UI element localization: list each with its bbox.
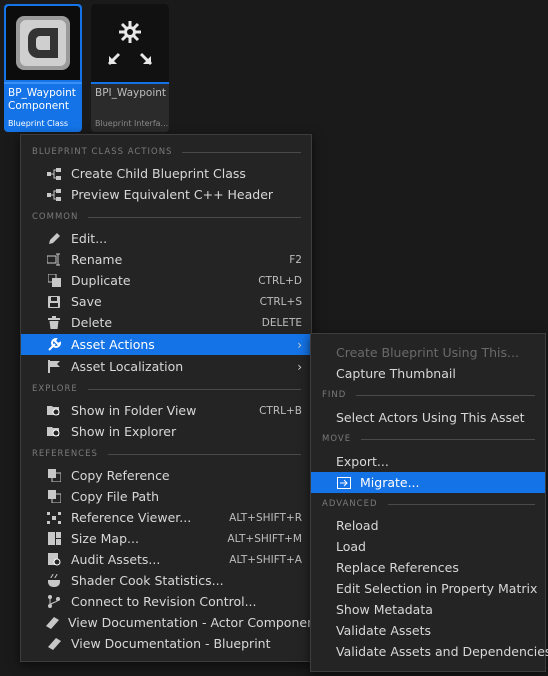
reference-graph-icon [46, 510, 62, 526]
duplicate-icon [46, 273, 62, 289]
menu-item-edit[interactable]: Edit... [21, 228, 311, 249]
menu-item-create-child-blueprint[interactable]: Create Child Blueprint Class [21, 163, 311, 184]
menu-item-export[interactable]: Export... [311, 451, 545, 472]
copy-icon [46, 489, 62, 505]
section-header: REFERENCES [21, 446, 311, 462]
hierarchy-icon [46, 166, 62, 182]
menu-item-asset-actions[interactable]: Asset Actions › [21, 334, 311, 355]
menu-item-asset-localization[interactable]: Asset Localization › [21, 356, 311, 377]
menu-item-copy-reference[interactable]: Copy Reference [21, 465, 311, 486]
menu-item-duplicate[interactable]: Duplicate CTRL+D [21, 270, 311, 291]
section-header: MOVE [311, 431, 545, 447]
menu-item-select-actors[interactable]: Select Actors Using This Asset [311, 407, 545, 428]
folder-search-icon [46, 424, 62, 440]
asset-name: BP_Waypoint Component [8, 87, 76, 112]
tile-accent-bar [4, 82, 82, 84]
section-header: ADVANCED [311, 496, 545, 512]
save-icon [46, 294, 62, 310]
menu-item-show-metadata[interactable]: Show Metadata [311, 599, 545, 620]
asset-actions-submenu: Create Blueprint Using This... Capture T… [310, 333, 548, 672]
menu-item-edit-selection-property-matrix[interactable]: Edit Selection in Property Matrix [311, 578, 545, 599]
asset-tile-bp-waypoint-component[interactable]: BP_Waypoint Component Blueprint Class [4, 4, 82, 132]
asset-tile-bpi-waypoint[interactable]: BPI_Waypoint Blueprint Interfa... [91, 4, 169, 132]
blueprint-interface-thumbnail [91, 4, 169, 82]
asset-context-menu: BLUEPRINT CLASS ACTIONS Create Child Blu… [20, 134, 320, 662]
size-map-icon [46, 531, 62, 547]
menu-item-size-map[interactable]: Size Map... ALT+SHIFT+M [21, 528, 311, 549]
menu-item-show-in-folder-view[interactable]: Show in Folder View CTRL+B [21, 400, 311, 421]
asset-type: Blueprint Interfa... [95, 119, 169, 128]
cooking-pot-icon [46, 573, 62, 589]
wrench-icon [46, 337, 62, 353]
menu-item-save[interactable]: Save CTRL+S [21, 291, 311, 312]
section-header: BLUEPRINT CLASS ACTIONS [21, 144, 311, 160]
trash-icon [46, 315, 62, 331]
menu-item-preview-cpp-header[interactable]: Preview Equivalent C++ Header [21, 184, 311, 205]
menu-item-rename[interactable]: Rename F2 [21, 249, 311, 270]
pencil-icon [46, 231, 62, 247]
section-header: EXPLORE [21, 381, 311, 397]
book-icon [46, 615, 59, 631]
menu-item-delete[interactable]: Delete DELETE [21, 312, 311, 333]
menu-item-validate-assets-and-dependencies[interactable]: Validate Assets and Dependencies [311, 641, 548, 662]
chevron-right-icon: › [297, 359, 302, 374]
blueprint-interface-icon [107, 21, 153, 66]
audit-icon [46, 552, 62, 568]
menu-item-replace-references[interactable]: Replace References [311, 557, 545, 578]
menu-item-shader-cook-statistics[interactable]: Shader Cook Statistics... [21, 570, 311, 591]
menu-item-doc-actor-component[interactable]: View Documentation - Actor Component [21, 612, 320, 633]
menu-item-reload[interactable]: Reload [311, 515, 545, 536]
menu-item-create-blueprint-using-this: Create Blueprint Using This... [336, 345, 519, 360]
menu-item-doc-blueprint[interactable]: View Documentation - Blueprint [21, 633, 311, 654]
menu-item-audit-assets[interactable]: Audit Assets... ALT+SHIFT+A [21, 549, 311, 570]
asset-type: Blueprint Class [8, 119, 69, 128]
blueprint-class-icon [16, 16, 70, 70]
chevron-right-icon: › [297, 337, 302, 352]
flag-icon [46, 359, 62, 375]
section-header: FIND [311, 387, 545, 403]
copy-icon [46, 468, 62, 484]
menu-item-show-in-explorer[interactable]: Show in Explorer [21, 421, 311, 442]
menu-item-capture-thumbnail[interactable]: Capture Thumbnail [311, 363, 545, 384]
menu-item-copy-file-path[interactable]: Copy File Path [21, 486, 311, 507]
menu-item-migrate[interactable]: Migrate... [311, 472, 545, 493]
menu-item-load[interactable]: Load [311, 536, 545, 557]
folder-search-icon [46, 403, 62, 419]
branch-icon [46, 594, 62, 610]
book-icon [46, 636, 62, 652]
hierarchy-icon [46, 187, 62, 203]
tile-accent-bar [91, 82, 169, 84]
blueprint-class-thumbnail [6, 6, 80, 80]
menu-item-reference-viewer[interactable]: Reference Viewer... ALT+SHIFT+R [21, 507, 311, 528]
section-header: COMMON [21, 209, 311, 225]
asset-name: BPI_Waypoint [95, 87, 167, 99]
migrate-icon [336, 475, 352, 491]
menu-item-connect-revision-control[interactable]: Connect to Revision Control... [21, 591, 311, 612]
rename-icon [46, 252, 62, 268]
menu-item-validate-assets[interactable]: Validate Assets [311, 620, 545, 641]
